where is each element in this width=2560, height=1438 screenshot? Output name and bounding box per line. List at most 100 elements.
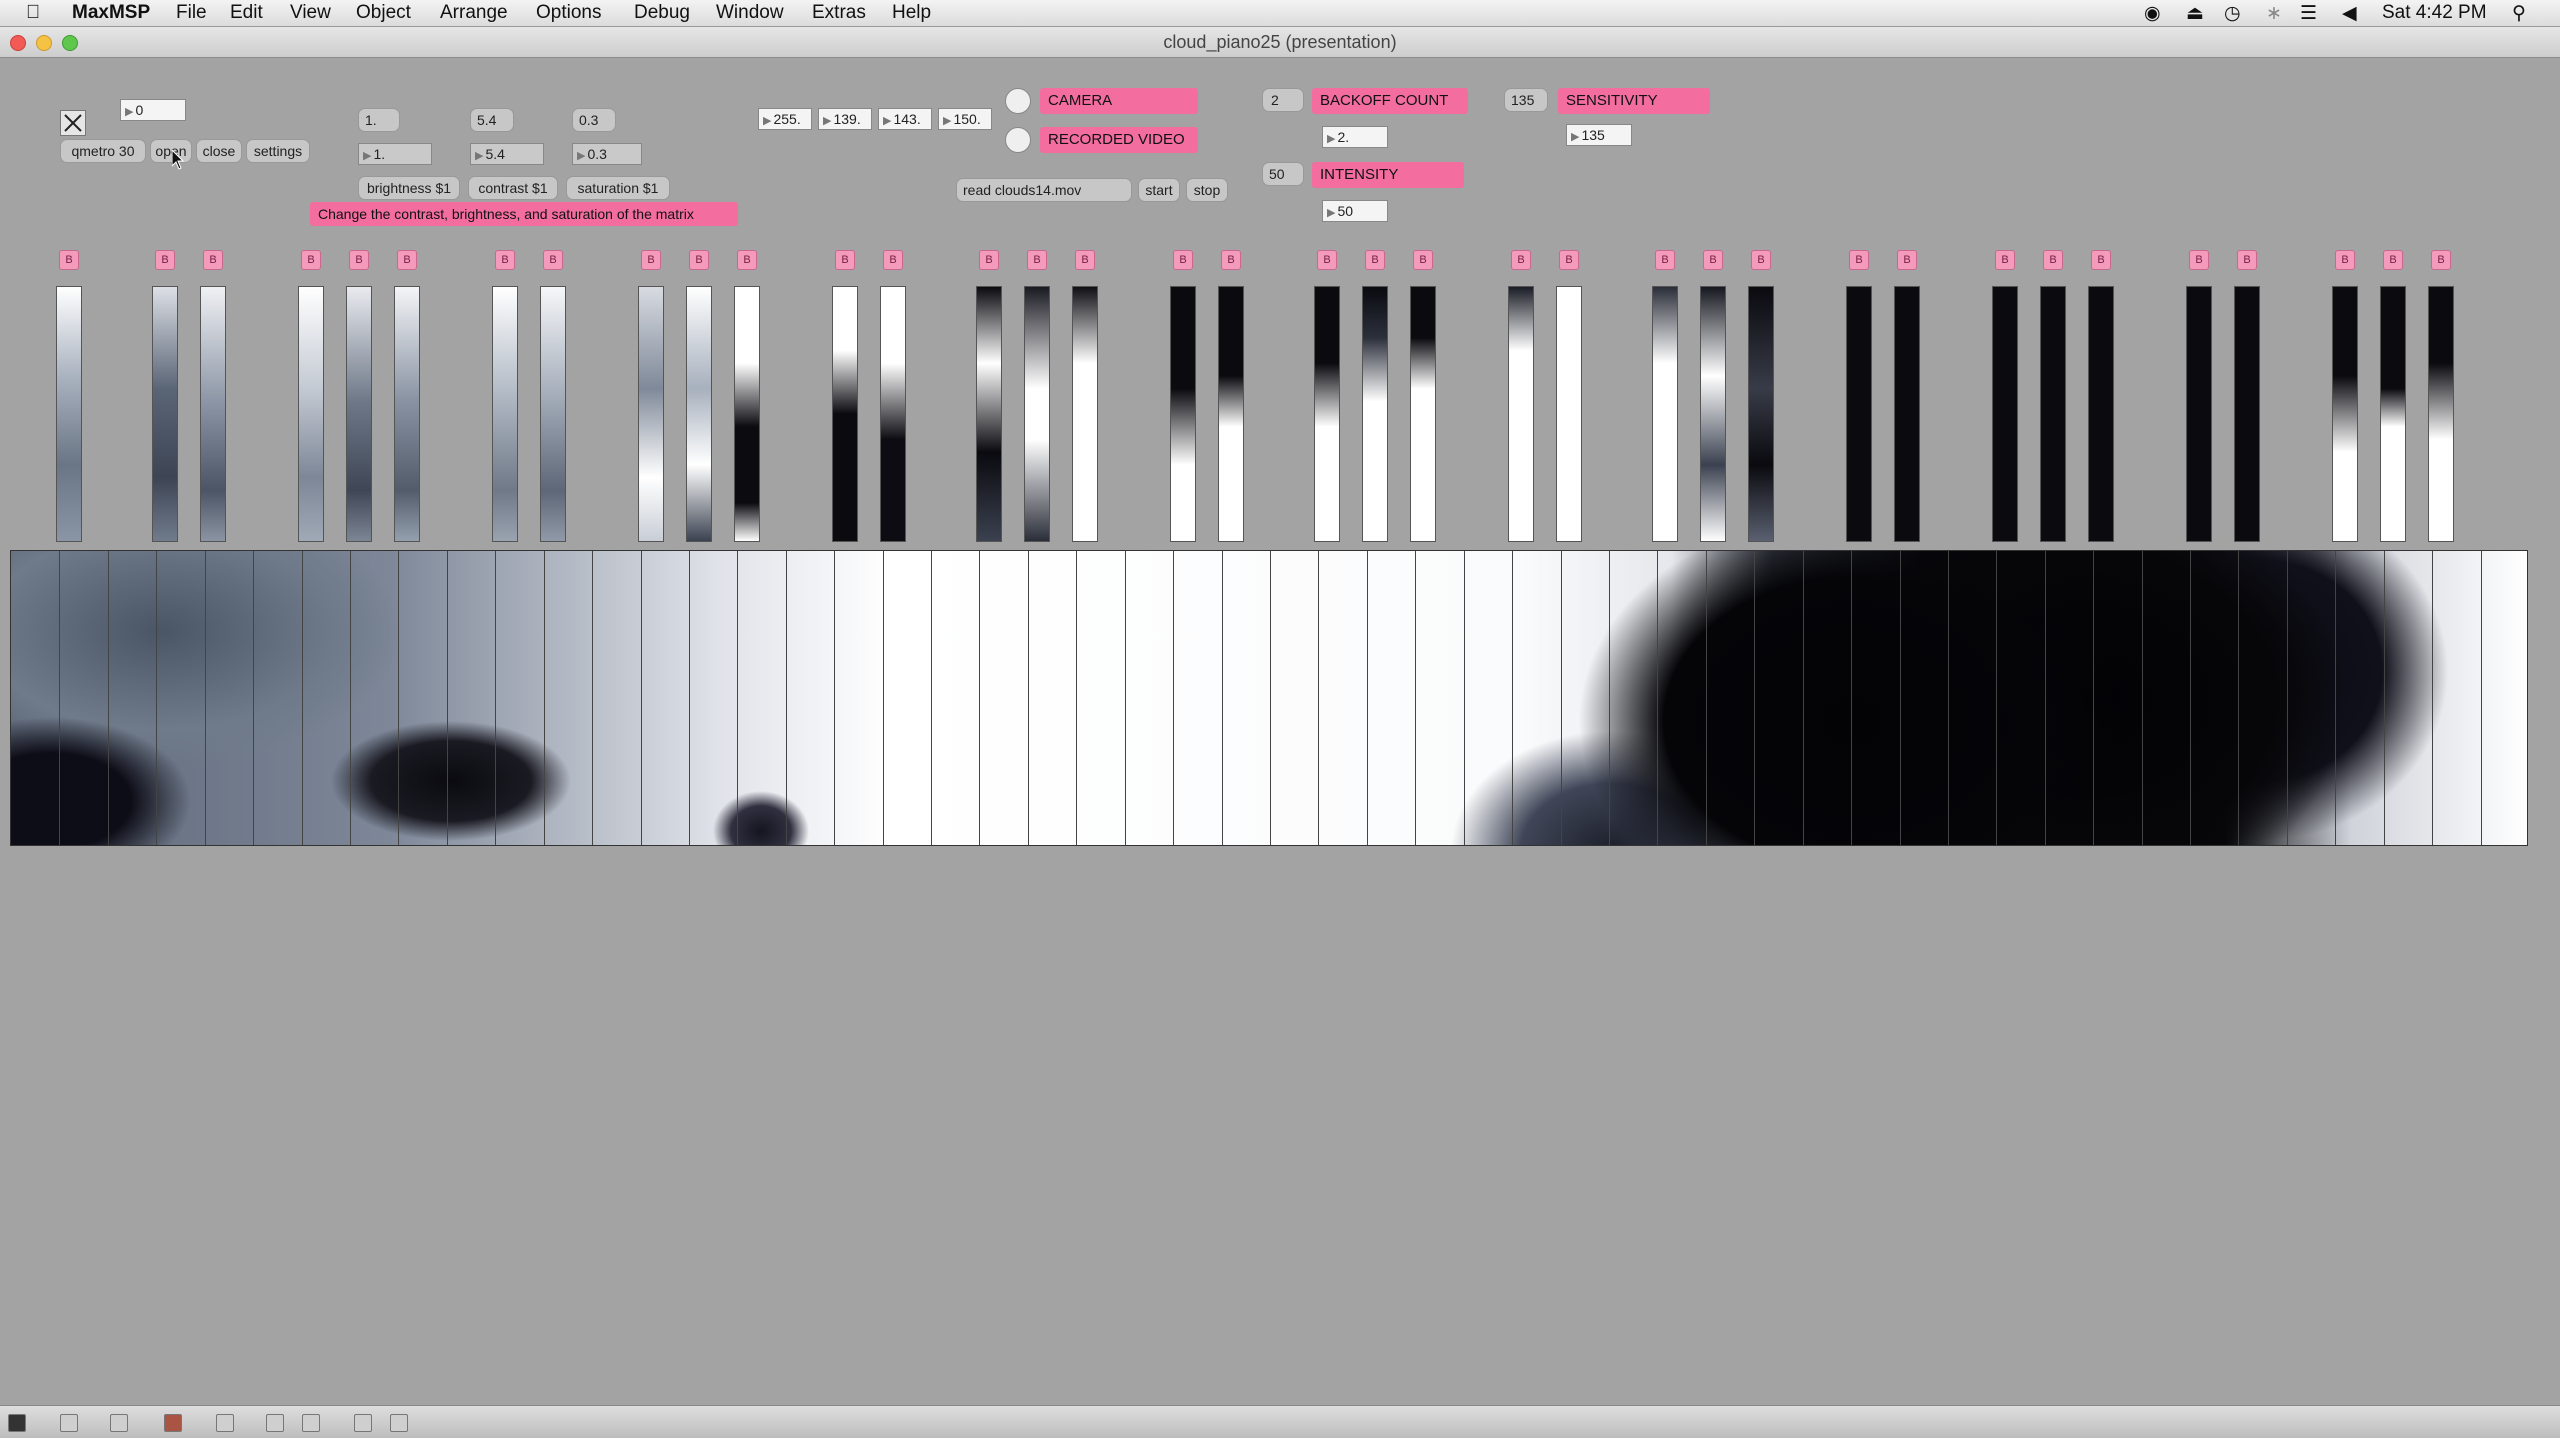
key-divider <box>737 551 738 845</box>
bang-button[interactable]: B <box>2431 250 2451 270</box>
move-icon[interactable] <box>110 1414 128 1432</box>
saturation-number-box[interactable]: ▶ 0.3 <box>572 143 642 165</box>
bang-button[interactable]: B <box>689 250 709 270</box>
bang-button[interactable]: B <box>1221 250 1241 270</box>
presentation-icon[interactable] <box>302 1414 320 1432</box>
bang-button[interactable]: B <box>2383 250 2403 270</box>
qmetro-object[interactable]: qmetro 30 <box>60 139 146 163</box>
bang-button[interactable]: B <box>59 250 79 270</box>
menu-options[interactable]: Options <box>536 2 601 24</box>
stop-message[interactable]: stop <box>1186 178 1228 202</box>
contrast-display[interactable]: 5.4 <box>470 108 514 132</box>
close-message[interactable]: close <box>196 139 242 163</box>
menu-object[interactable]: Object <box>356 2 411 24</box>
bang-button[interactable]: B <box>1559 250 1579 270</box>
bluetooth-icon[interactable]: ∗ <box>2266 2 2282 25</box>
brightness-display[interactable]: 1. <box>358 108 400 132</box>
snap-icon[interactable] <box>390 1414 408 1432</box>
recorded-video-radio[interactable] <box>1005 127 1031 153</box>
sensitivity-display[interactable]: 135 <box>1504 88 1548 112</box>
menu-arrange[interactable]: Arrange <box>440 2 508 24</box>
menu-edit[interactable]: Edit <box>230 2 263 24</box>
bang-button[interactable]: B <box>1849 250 1869 270</box>
intensity-number-box[interactable]: ▶ 50 <box>1322 200 1388 222</box>
brightness-message[interactable]: brightness $1 <box>358 176 460 200</box>
menu-help[interactable]: Help <box>892 2 931 24</box>
bang-button[interactable]: B <box>1173 250 1193 270</box>
sensitivity-number-box[interactable]: ▶ 135 <box>1566 124 1632 146</box>
status-icon[interactable]: ◉ <box>2144 2 2161 25</box>
bang-button[interactable]: B <box>203 250 223 270</box>
settings-message[interactable]: settings <box>246 139 310 163</box>
menu-window[interactable]: Window <box>716 2 784 24</box>
read-movie-message[interactable]: read clouds14.mov <box>956 178 1132 202</box>
grid-icon[interactable] <box>354 1414 372 1432</box>
red-number-box[interactable]: ▶ 255. <box>758 108 812 130</box>
green-number-box[interactable]: ▶ 139. <box>818 108 872 130</box>
inspector-icon[interactable] <box>216 1414 234 1432</box>
key-divider <box>1851 551 1852 845</box>
apple-icon[interactable]:  <box>26 2 40 24</box>
menu-app-name[interactable]: MaxMSP <box>72 2 150 24</box>
menu-file[interactable]: File <box>176 2 207 24</box>
bang-button[interactable]: B <box>2335 250 2355 270</box>
add-object-icon[interactable] <box>60 1414 78 1432</box>
saturation-display[interactable]: 0.3 <box>572 108 616 132</box>
bang-button[interactable]: B <box>397 250 417 270</box>
menu-view[interactable]: View <box>290 2 331 24</box>
saturation-message[interactable]: saturation $1 <box>566 176 670 200</box>
bang-button[interactable]: B <box>979 250 999 270</box>
wifi-icon[interactable]: ☰ <box>2300 2 2317 25</box>
contrast-message[interactable]: contrast $1 <box>468 176 558 200</box>
bang-button[interactable]: B <box>2091 250 2111 270</box>
patcher-icon[interactable] <box>164 1414 182 1432</box>
lock-icon[interactable] <box>8 1414 26 1432</box>
volume-icon[interactable]: ◀ <box>2342 2 2357 25</box>
bang-button[interactable]: B <box>1655 250 1675 270</box>
spotlight-icon[interactable]: ⚲ <box>2512 2 2526 25</box>
bang-button[interactable]: B <box>1027 250 1047 270</box>
edit-view-icon[interactable] <box>266 1414 284 1432</box>
bang-button[interactable]: B <box>1075 250 1095 270</box>
bang-button[interactable]: B <box>1413 250 1433 270</box>
metro-number-box[interactable]: ▶ 0 <box>120 99 186 121</box>
key-divider <box>1948 551 1949 845</box>
backoff-number-box[interactable]: ▶ 2. <box>1322 126 1388 148</box>
menu-debug[interactable]: Debug <box>634 2 690 24</box>
blue-number-box[interactable]: ▶ 143. <box>878 108 932 130</box>
bang-button[interactable]: B <box>1365 250 1385 270</box>
bang-button[interactable]: B <box>543 250 563 270</box>
key-divider <box>786 551 787 845</box>
intensity-display[interactable]: 50 <box>1262 162 1304 186</box>
brightness-number-box[interactable]: ▶ 1. <box>358 143 432 165</box>
bang-button[interactable]: B <box>2043 250 2063 270</box>
key-strip <box>638 286 664 542</box>
bang-button[interactable]: B <box>1995 250 2015 270</box>
bang-button[interactable]: B <box>155 250 175 270</box>
menu-extras[interactable]: Extras <box>812 2 866 24</box>
bang-button[interactable]: B <box>1511 250 1531 270</box>
bang-button[interactable]: B <box>641 250 661 270</box>
metro-toggle[interactable] <box>60 110 86 136</box>
contrast-number-box[interactable]: ▶ 5.4 <box>470 143 544 165</box>
camera-radio[interactable] <box>1005 88 1031 114</box>
bang-button[interactable]: B <box>1751 250 1771 270</box>
bang-button[interactable]: B <box>2237 250 2257 270</box>
bang-button[interactable]: B <box>883 250 903 270</box>
start-message[interactable]: start <box>1138 178 1180 202</box>
eject-icon[interactable]: ⏏ <box>2186 2 2204 25</box>
key-divider <box>641 551 642 845</box>
backoff-display[interactable]: 2 <box>1262 88 1304 112</box>
bang-button[interactable]: B <box>301 250 321 270</box>
clock[interactable]: Sat 4:42 PM <box>2382 2 2487 24</box>
bang-button[interactable]: B <box>2189 250 2209 270</box>
bang-button[interactable]: B <box>1317 250 1337 270</box>
bang-button[interactable]: B <box>737 250 757 270</box>
time-machine-icon[interactable]: ◷ <box>2224 2 2241 25</box>
bang-button[interactable]: B <box>1897 250 1917 270</box>
bang-button[interactable]: B <box>495 250 515 270</box>
alpha-number-box[interactable]: ▶ 150. <box>938 108 992 130</box>
bang-button[interactable]: B <box>349 250 369 270</box>
bang-button[interactable]: B <box>1703 250 1723 270</box>
bang-button[interactable]: B <box>835 250 855 270</box>
